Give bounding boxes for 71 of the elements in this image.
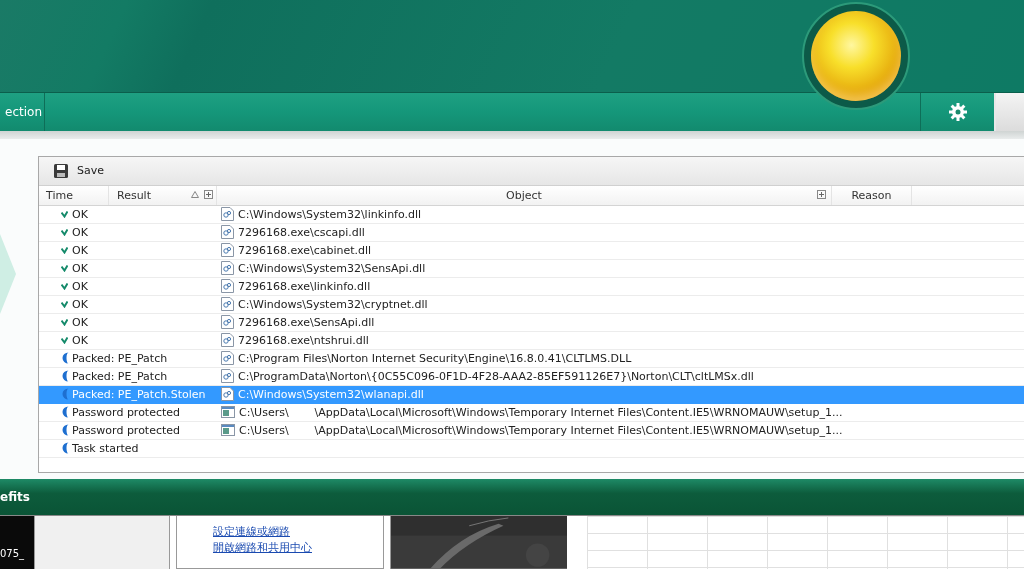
column-header[interactable]: Reason	[832, 185, 912, 205]
table-row[interactable]: OK C:\Windows\System32\SensApi.dll	[39, 259, 1024, 278]
table-row[interactable]: OK 7296168.exe\ntshrui.dll	[39, 331, 1024, 350]
table-row[interactable]: OK C:\Windows\System32\cryptnet.dll	[39, 295, 1024, 314]
dll-file-icon	[221, 369, 234, 383]
column-header[interactable]: Object	[506, 188, 542, 202]
result-text: Packed: PE_Patch.Stolen	[72, 387, 206, 401]
object-path: 7296168.exe\linkinfo.dll	[238, 279, 371, 293]
result-text: Password protected	[72, 423, 181, 437]
result-text: OK	[72, 297, 88, 311]
save-icon	[53, 162, 69, 179]
window-file-icon	[221, 406, 235, 418]
object-path: 7296168.exe\cscapi.dll	[238, 225, 365, 239]
result-text: OK	[72, 225, 88, 239]
result-text: OK	[72, 333, 88, 347]
navigation-tab[interactable]: ection	[0, 92, 45, 131]
result-text: Task started	[72, 441, 139, 455]
footer-label[interactable]: efits	[0, 490, 30, 505]
object-path: 7296168.exe\ntshrui.dll	[238, 333, 369, 347]
object-path: \AppData\Local\Microsoft\Windows\Temporary Internet Files\Content.IE5\WRNOMAUW\setup_1...	[314, 423, 843, 437]
object-path: C:\Users\	[239, 423, 289, 437]
table-row[interactable]: Password protected C:\Users\ \AppData\Local\Microsoft\Windows\Temporary Internet Files\Content.IE5\WRNOMAUW\setup_1...	[39, 421, 1024, 440]
table-row[interactable]: OK C:\Windows\System32\linkinfo.dll	[39, 205, 1024, 224]
link[interactable]: 設定連線或網路	[213, 524, 312, 541]
dll-file-icon	[221, 243, 234, 257]
dll-file-icon	[221, 351, 234, 365]
object-path: C:\Program Files\Norton Internet Security\Engine\16.8.0.41\CLTLMS.DLL	[238, 351, 632, 365]
result-text: Packed: PE_Patch	[72, 369, 168, 383]
column-header[interactable]: Time	[39, 185, 109, 205]
result-text: OK	[72, 279, 88, 293]
table-row[interactable]: Password protected C:\Users\ \AppData\Local\Microsoft\Windows\Temporary Internet Files\Content.IE5\WRNOMAUW\setup_1...	[39, 403, 1024, 422]
dll-file-icon	[221, 261, 234, 275]
dll-file-icon	[221, 387, 234, 401]
result-text: Password protected	[72, 405, 181, 419]
table-row[interactable]: OK 7296168.exe\linkinfo.dll	[39, 277, 1024, 296]
object-path: \AppData\Local\Microsoft\Windows\Temporary Internet Files\Content.IE5\WRNOMAUW\setup_1...	[314, 405, 843, 419]
window-file-icon	[221, 424, 235, 436]
result-text: OK	[72, 243, 88, 257]
expand-icon[interactable]	[817, 189, 826, 199]
dll-file-icon	[221, 225, 234, 239]
dll-file-icon	[221, 315, 234, 329]
object-path: 7296168.exe\SensApi.dll	[238, 315, 375, 329]
dll-file-icon	[221, 333, 234, 347]
object-path: 7296168.exe\cabinet.dll	[238, 243, 372, 257]
save-button[interactable]: Save	[51, 160, 106, 181]
object-path: C:\Users\	[239, 405, 289, 419]
object-path: C:\Windows\System32\wlanapi.dll	[238, 387, 424, 401]
dll-file-icon	[221, 279, 234, 293]
result-text: OK	[72, 207, 88, 221]
object-path: C:\Windows\System32\SensApi.dll	[238, 261, 426, 275]
object-path: C:\Windows\System32\linkinfo.dll	[238, 207, 422, 221]
table-row[interactable]: OK 7296168.exe\cscapi.dll	[39, 223, 1024, 242]
column-header[interactable]: Result	[117, 188, 151, 202]
sort-icon[interactable]	[191, 190, 199, 198]
link[interactable]: 開啟網路和共用中心	[213, 540, 312, 557]
result-text: OK	[72, 261, 88, 275]
table-row[interactable]: OK 7296168.exe\SensApi.dll	[39, 313, 1024, 332]
table-row[interactable]: Packed: PE_Patch C:\ProgramData\Norton\{0C55C096-0F1D-4F28-AAA2-85EF591126E7}\Norton\CLT\cltLMSx.dll	[39, 367, 1024, 386]
settings-icon	[947, 101, 968, 122]
dll-file-icon	[221, 297, 234, 311]
result-text: OK	[72, 315, 88, 329]
result-text: Packed: PE_Patch	[72, 351, 168, 365]
object-path: C:\Windows\System32\cryptnet.dll	[238, 297, 428, 311]
table-row[interactable]: Packed: PE_Patch C:\Program Files\Norton Internet Security\Engine\16.8.0.41\CLTLMS.DLL	[39, 349, 1024, 368]
object-path: C:\ProgramData\Norton\{0C55C096-0F1D-4F28-AAA2-85EF591126E7}\Norton\CLT\cltLMSx.dll	[238, 369, 754, 383]
dll-file-icon	[221, 207, 234, 221]
table-row[interactable]: OK 7296168.exe\cabinet.dll	[39, 241, 1024, 260]
expand-icon[interactable]	[204, 189, 213, 199]
side-tab[interactable]	[994, 92, 1024, 131]
table-row[interactable]: Task started	[39, 439, 1024, 458]
desktop-icon-tile[interactable]: 075_	[0, 516, 34, 569]
